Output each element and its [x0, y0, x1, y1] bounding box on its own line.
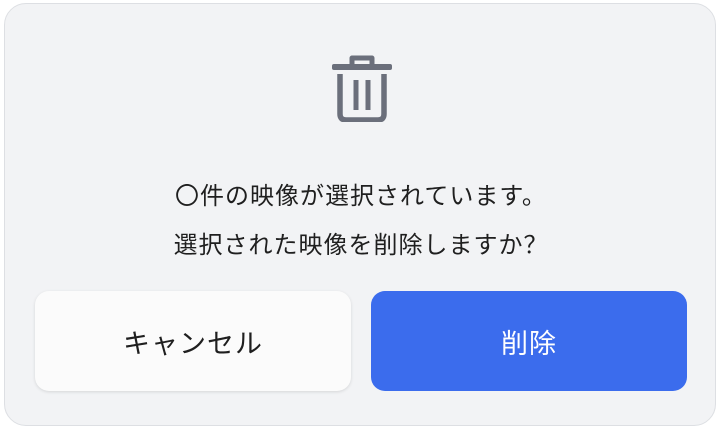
- delete-button-label: 削除: [501, 328, 557, 360]
- delete-button[interactable]: 削除: [371, 291, 687, 391]
- dialog-message-line-2: 選択された映像を削除しますか？: [173, 231, 549, 259]
- cancel-button[interactable]: キャンセル: [35, 291, 351, 391]
- cancel-button-label: キャンセル: [123, 328, 263, 360]
- trash-icon: [332, 55, 392, 122]
- dialog-message-line-1: 〇件の映像が選択されています。: [175, 182, 547, 210]
- delete-confirm-dialog: 〇件の映像が選択されています。 選択された映像を削除しますか？ キャンセル 削除: [4, 3, 716, 426]
